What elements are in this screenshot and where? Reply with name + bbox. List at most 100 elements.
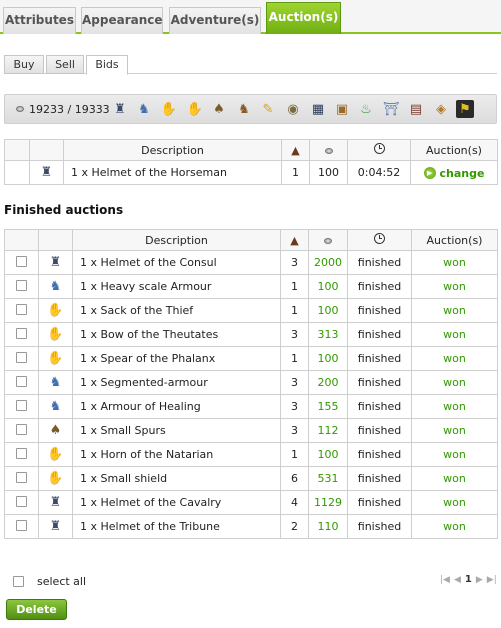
armour-icon[interactable]: ♞	[135, 100, 153, 118]
helmet-icon[interactable]: ♜	[111, 100, 129, 118]
auction-status: finished	[347, 442, 412, 467]
item-description: 1 x Sack of the Thief	[72, 298, 281, 323]
row-checkbox[interactable]	[16, 351, 27, 363]
item-count: 3	[280, 322, 309, 347]
table-row: ♠ 1 x Small Spurs 3 112 finished won	[4, 418, 498, 443]
hand-icon: ✋	[47, 303, 64, 318]
row-checkbox[interactable]	[16, 423, 27, 435]
column-count: ▲	[281, 139, 310, 161]
column-price	[308, 229, 348, 251]
column-auction: Auction(s)	[410, 139, 498, 161]
table-row: ✋ 1 x Small shield 6 531 finished won	[4, 466, 498, 491]
spurs-icon: ♠	[49, 423, 62, 438]
map-icon[interactable]: ◈	[432, 100, 450, 118]
column-description: Description	[63, 139, 282, 161]
row-checkbox[interactable]	[16, 519, 27, 531]
auction-status: finished	[347, 514, 412, 539]
pagination: |◀ ◀ 1 ▶ ▶|	[440, 574, 497, 585]
auction-status: finished	[347, 490, 412, 515]
hand-icon: ✋	[47, 447, 64, 462]
clock-icon	[374, 233, 385, 244]
item-count: 1	[281, 160, 310, 185]
auction-result: won	[411, 514, 498, 539]
hand-icon[interactable]: ✋	[186, 100, 204, 118]
current-page: 1	[464, 574, 472, 585]
boots-icon[interactable]: ♠	[210, 100, 228, 118]
tab-bids[interactable]: Bids	[86, 55, 128, 75]
auction-status: finished	[347, 370, 412, 395]
item-count: 1	[280, 298, 309, 323]
row-checkbox[interactable]	[16, 303, 27, 315]
row-checkbox[interactable]	[16, 327, 27, 339]
tab-buy[interactable]: Buy	[4, 55, 44, 74]
finished-auctions-table: Description ▲ Auction(s) ♜ 1 x Helmet of …	[4, 229, 498, 539]
glove-icon[interactable]: ✋	[160, 100, 178, 118]
helmet-icon: ♜	[49, 255, 62, 270]
banner-icon[interactable]: ⚑	[456, 100, 474, 118]
next-page-icon[interactable]: ▶	[476, 575, 483, 585]
time-remaining: 0:04:52	[347, 160, 411, 185]
table-row: ✋ 1 x Spear of the Phalanx 1 100 finished won	[4, 346, 498, 371]
potion-icon[interactable]: ♨	[357, 100, 375, 118]
row-checkbox[interactable]	[16, 255, 27, 267]
bucket-icon[interactable]: ⛩	[382, 100, 400, 118]
auction-status: finished	[347, 346, 412, 371]
last-page-icon[interactable]: ▶|	[487, 575, 497, 585]
bag-icon[interactable]: ◉	[284, 100, 302, 118]
row-checkbox[interactable]	[16, 447, 27, 459]
delete-button[interactable]: Delete	[6, 599, 67, 620]
change-bid-button[interactable]: ▶ change	[423, 167, 484, 180]
row-checkbox[interactable]	[16, 495, 27, 507]
tab-adventures[interactable]: Adventure(s)	[169, 7, 261, 34]
item-price: 100	[308, 274, 348, 299]
chest-icon[interactable]: ▦	[309, 100, 327, 118]
table-row: ✋ 1 x Sack of the Thief 1 100 finished won	[4, 298, 498, 323]
main-tab-bar: Attributes Appearance Adventure(s) Aucti…	[0, 0, 501, 34]
item-price: 112	[308, 418, 348, 443]
tab-auctions[interactable]: Auction(s)	[266, 2, 341, 34]
item-count: 3	[280, 418, 309, 443]
table-row: ✋ 1 x Bow of the Theutates 3 313 finished won	[4, 322, 498, 347]
scroll-icon[interactable]: ✎	[259, 100, 277, 118]
select-all-checkbox[interactable]	[13, 576, 24, 587]
auction-result: won	[411, 442, 498, 467]
item-description: 1 x Helmet of the Horseman	[63, 160, 282, 185]
row-checkbox[interactable]	[16, 375, 27, 387]
armour-icon: ♞	[49, 279, 62, 294]
tab-attributes[interactable]: Attributes	[3, 7, 76, 34]
box-icon[interactable]: ▣	[333, 100, 351, 118]
prev-page-icon[interactable]: ◀	[454, 575, 461, 585]
tab-appearance[interactable]: Appearance	[81, 7, 163, 34]
item-description: 1 x Segmented-armour	[72, 370, 281, 395]
row-checkbox[interactable]	[16, 279, 27, 291]
item-description: 1 x Bow of the Theutates	[72, 322, 281, 347]
row-checkbox[interactable]	[16, 471, 27, 483]
column-price	[309, 139, 348, 161]
item-count: 3	[280, 250, 309, 275]
item-price: 100	[308, 346, 348, 371]
item-price: 100	[308, 442, 348, 467]
column-time	[347, 139, 411, 161]
auction-result: won	[411, 322, 498, 347]
tab-sell[interactable]: Sell	[46, 55, 84, 74]
column-description: Description	[72, 229, 281, 251]
item-price: 1129	[308, 490, 348, 515]
item-description: 1 x Small Spurs	[72, 418, 281, 443]
auction-result: won	[411, 274, 498, 299]
column-time	[347, 229, 412, 251]
table-row: ♜ 1 x Helmet of the Cavalry 4 1129 finished w…	[4, 490, 498, 515]
helmet-icon: ♜	[49, 495, 62, 510]
item-count: 1	[280, 442, 309, 467]
auction-status: finished	[347, 298, 412, 323]
auction-status: finished	[347, 322, 412, 347]
item-description: 1 x Helmet of the Consul	[72, 250, 281, 275]
item-count: 6	[280, 466, 309, 491]
auction-result: won	[411, 346, 498, 371]
first-page-icon[interactable]: |◀	[440, 575, 450, 585]
item-description: 1 x Helmet of the Cavalry	[72, 490, 281, 515]
auction-result: won	[411, 298, 498, 323]
row-checkbox[interactable]	[16, 399, 27, 411]
book-icon[interactable]: ▤	[407, 100, 425, 118]
horse-icon[interactable]: ♞	[235, 100, 253, 118]
auction-status: finished	[347, 394, 412, 419]
